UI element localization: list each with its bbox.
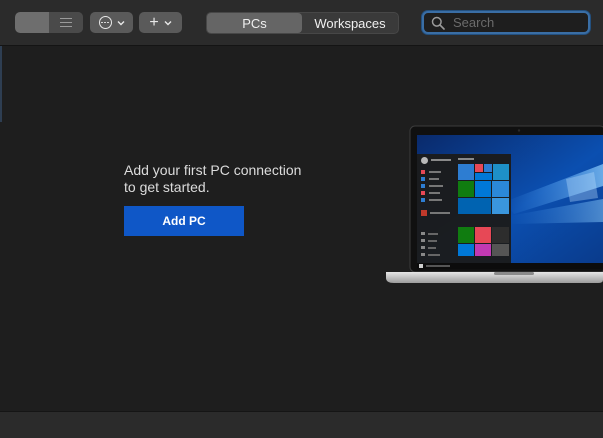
tab-pcs[interactable]: PCs — [207, 13, 302, 33]
empty-state-message: Add your first PC connection to get star… — [124, 162, 344, 196]
status-bar — [0, 411, 603, 438]
add-pc-button[interactable]: Add PC — [124, 206, 244, 236]
plus-icon: + — [149, 13, 159, 31]
chevron-down-icon — [117, 20, 124, 25]
grid-icon — [26, 17, 38, 28]
view-mode-toggle — [15, 12, 83, 33]
ellipsis-circle-icon — [98, 16, 112, 29]
pcs-workspaces-tabs: PCs Workspaces — [206, 12, 399, 34]
toolbar: + PCs Workspaces — [0, 0, 603, 46]
chevron-down-icon — [164, 20, 172, 25]
tab-workspaces[interactable]: Workspaces — [302, 13, 398, 33]
more-options-button[interactable] — [90, 12, 133, 33]
app-window: + PCs Workspaces Add your first PC conne… — [0, 0, 603, 438]
empty-state-line-2: to get started. — [124, 179, 210, 195]
search-box[interactable] — [422, 11, 590, 34]
list-icon — [60, 18, 72, 27]
add-menu-button[interactable]: + — [139, 12, 182, 33]
search-icon — [431, 16, 445, 30]
search-input[interactable] — [453, 15, 573, 30]
list-view-button[interactable] — [49, 12, 83, 33]
laptop-illustration — [386, 125, 603, 283]
grid-view-button[interactable] — [15, 12, 49, 33]
empty-state-line-1: Add your first PC connection — [124, 162, 302, 178]
window-edge — [0, 46, 2, 122]
